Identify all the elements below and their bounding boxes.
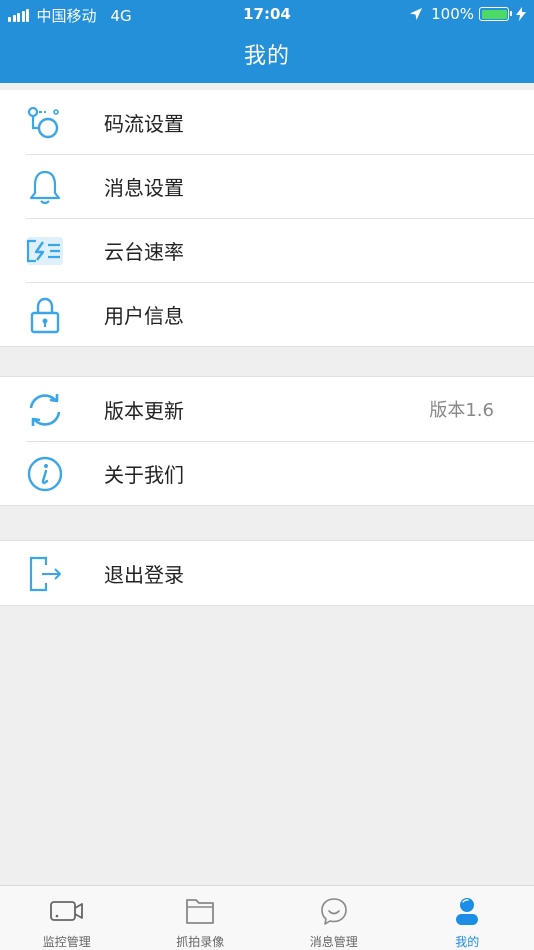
page-title: 我的: [243, 44, 290, 69]
speed-icon: [26, 237, 63, 265]
tab-label: 抓拍录像: [176, 935, 225, 949]
settings-group-2: 版本更新 版本1.6 关于我们: [0, 376, 534, 506]
settings-group-3: 退出登录: [0, 540, 534, 606]
info-icon: [27, 456, 63, 492]
menu-item-label: 云台速率: [104, 239, 184, 264]
menu-item-stream-settings[interactable]: 码流设置: [0, 90, 534, 154]
menu-item-logout[interactable]: 退出登录: [0, 541, 534, 605]
tab-message-management[interactable]: 消息管理: [267, 886, 401, 950]
status-bar: 中国移动 4G 17:04 100%: [0, 0, 534, 30]
tab-mine[interactable]: 我的: [401, 886, 534, 950]
app-header: 中国移动 4G 17:04 100% 我的: [0, 0, 534, 83]
menu-item-label: 退出登录: [104, 562, 184, 587]
battery-icon: [479, 7, 512, 21]
user-icon: [456, 898, 479, 925]
folder-icon: [186, 899, 215, 924]
stream-icon: [27, 106, 59, 139]
tab-label: 我的: [455, 935, 480, 949]
menu-item-label: 消息设置: [104, 175, 184, 200]
location-arrow-icon: [410, 8, 423, 20]
charging-bolt-icon: [516, 7, 526, 21]
tab-label: 消息管理: [309, 935, 358, 949]
refresh-icon: [29, 394, 61, 426]
bottom-tab-bar: 监控管理 抓拍录像 消息管理 我的: [0, 885, 534, 950]
tab-monitor-management[interactable]: 监控管理: [0, 886, 134, 950]
lock-icon: [30, 297, 60, 334]
menu-item-message-settings[interactable]: 消息设置: [0, 154, 534, 218]
camera-icon: [49, 901, 83, 921]
menu-item-label: 码流设置: [104, 111, 184, 136]
bell-icon: [29, 170, 61, 205]
menu-item-ptz-speed[interactable]: 云台速率: [0, 218, 534, 282]
settings-group-1: 码流设置 消息设置 云台速率 用户信息: [0, 90, 534, 347]
tab-capture-recording[interactable]: 抓拍录像: [134, 886, 268, 950]
logout-icon: [29, 556, 61, 592]
menu-item-label: 版本更新: [104, 398, 184, 423]
menu-item-version-update[interactable]: 版本更新 版本1.6: [0, 377, 534, 441]
menu-item-about-us[interactable]: 关于我们: [0, 441, 534, 505]
menu-item-label: 关于我们: [104, 462, 184, 487]
menu-item-label: 用户信息: [104, 303, 184, 328]
chat-icon: [320, 898, 347, 925]
battery-percent: 100%: [431, 5, 474, 23]
menu-item-user-info[interactable]: 用户信息: [0, 282, 534, 346]
version-number: 版本1.6: [429, 400, 494, 421]
tab-label: 监控管理: [42, 935, 91, 949]
